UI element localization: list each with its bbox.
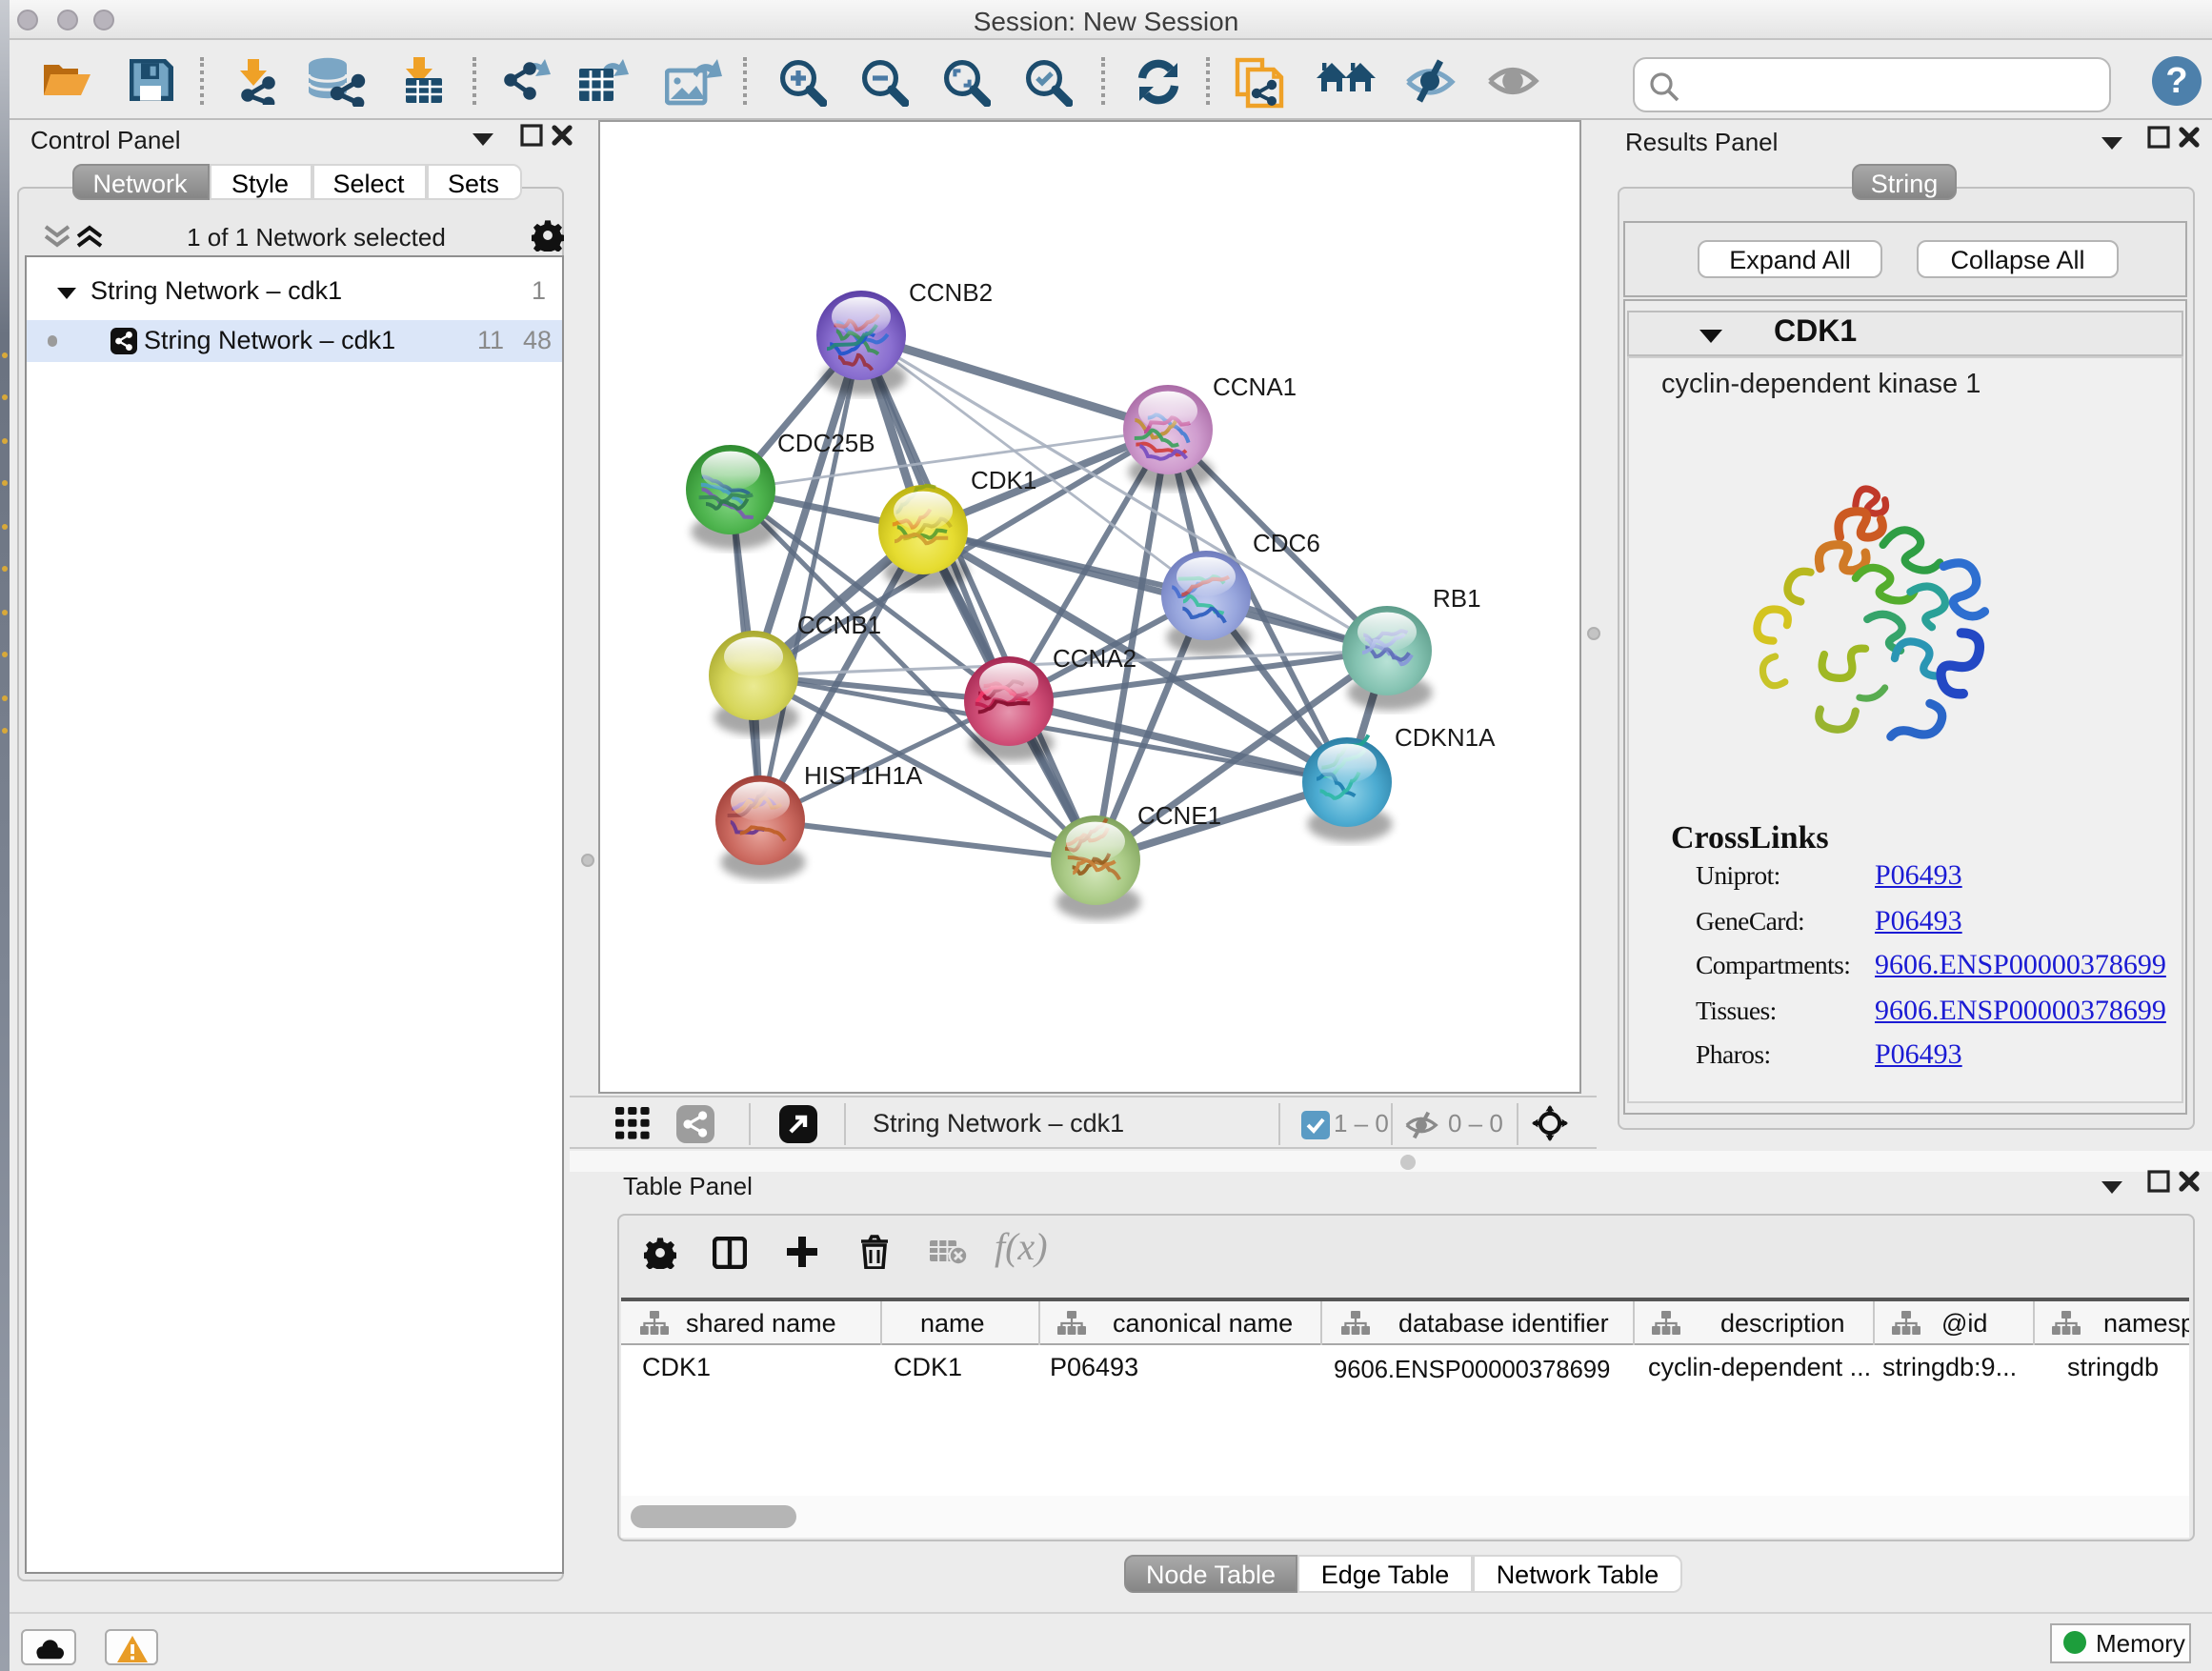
svg-text:CDK1: CDK1 [971,466,1036,494]
svg-text:HIST1H1A: HIST1H1A [804,761,923,790]
svg-text:CCNA2: CCNA2 [1053,644,1136,673]
svg-text:CCNA1: CCNA1 [1213,372,1297,401]
svg-text:CDC25B: CDC25B [777,429,875,457]
svg-text:?: ? [2165,61,2187,101]
svg-text:RB1: RB1 [1433,584,1481,613]
svg-text:CDKN1A: CDKN1A [1395,723,1496,752]
svg-text:CCNB2: CCNB2 [909,278,993,307]
svg-text:CDC6: CDC6 [1253,529,1320,557]
svg-text:CCNE1: CCNE1 [1137,801,1221,830]
svg-text:CCNB1: CCNB1 [797,611,881,639]
